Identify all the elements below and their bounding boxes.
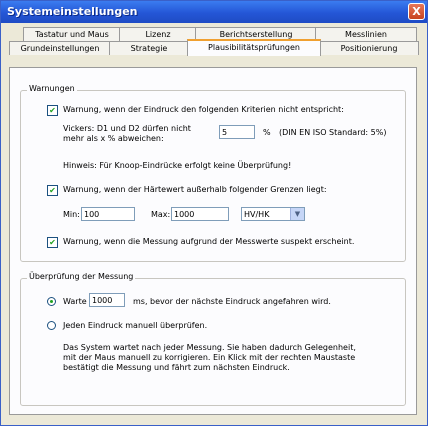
manual-check-radio-label: Jeden Eindruck manuell überprüfen. <box>63 321 208 330</box>
suspect-checkbox-label: Warnung, wenn die Messung aufgrund der M… <box>63 237 355 246</box>
measurement-legend: Überprüfung der Messung <box>27 272 136 281</box>
chevron-down-icon[interactable]: ▼ <box>290 208 304 220</box>
vickers-standard-note: (DIN EN ISO Standard: 5%) <box>279 128 387 137</box>
manual-check-radio[interactable] <box>47 321 56 330</box>
check-icon: ✔ <box>49 186 56 195</box>
criteria-checkbox[interactable]: ✔ <box>47 105 58 116</box>
measurement-check-group: Überprüfung der Messung Warte 1000 ms, b… <box>20 272 406 406</box>
tab-license[interactable]: Lizenz <box>119 27 197 41</box>
tab-plausibility-checks[interactable]: Plausibilitätsprüfungen <box>187 39 321 56</box>
tab-keyboard-mouse[interactable]: Tastatur und Maus <box>23 27 121 41</box>
close-icon: X <box>412 5 421 18</box>
hardness-checkbox-label: Warnung, wenn der Härtewert außerhalb fo… <box>63 185 327 194</box>
check-icon: ✔ <box>49 106 56 115</box>
description-line3: bestätigt die Messung und fährt zum näch… <box>63 363 290 372</box>
tab-positioning[interactable]: Positionierung <box>319 41 419 55</box>
wait-radio[interactable] <box>47 297 56 306</box>
hardness-unit-select[interactable]: HV/HK ▼ <box>241 207 305 221</box>
tab-basic-settings[interactable]: Grundeinstellungen <box>9 41 111 55</box>
suspect-checkbox[interactable]: ✔ <box>47 237 58 248</box>
vickers-deviation-input[interactable]: 5 <box>219 125 255 139</box>
description-line2: mit der Maus manuell zu korrigieren. Ein… <box>63 353 356 362</box>
min-label: Min: <box>63 210 80 219</box>
description-line1: Das System wartet nach jeder Messung. Si… <box>63 343 356 352</box>
system-settings-dialog: Systemeinstellungen X Tastatur und Maus … <box>0 0 428 426</box>
warnings-group: Warnungen ✔ Warnung, wenn der Eindruck d… <box>20 84 406 262</box>
wait-radio-label: Warte <box>63 297 87 306</box>
vickers-label-line2: mehr als x % abweichen: <box>63 134 164 143</box>
criteria-checkbox-label: Warnung, wenn der Eindruck den folgenden… <box>63 105 344 114</box>
tab-strip: Tastatur und Maus Lizenz Berichtserstell… <box>9 27 419 67</box>
wait-time-input[interactable]: 1000 <box>89 293 125 307</box>
hardness-checkbox[interactable]: ✔ <box>47 185 58 196</box>
close-button[interactable]: X <box>408 3 425 20</box>
min-hardness-input[interactable]: 100 <box>81 207 135 221</box>
vickers-unit: % <box>263 128 271 137</box>
tab-panel: Warnungen ✔ Warnung, wenn der Eindruck d… <box>9 67 417 415</box>
vickers-label-line1: Vickers: D1 und D2 dürfen nicht <box>63 124 191 133</box>
max-label: Max: <box>151 210 171 219</box>
wait-suffix: ms, bevor der nächste Eindruck angefahre… <box>133 297 331 306</box>
radio-selected-icon <box>50 300 53 303</box>
check-icon: ✔ <box>49 238 56 247</box>
window-title: Systemeinstellungen <box>7 5 138 18</box>
title-bar: Systemeinstellungen X <box>1 1 427 23</box>
warnings-legend: Warnungen <box>27 84 77 93</box>
max-hardness-input[interactable]: 1000 <box>171 207 229 221</box>
hardness-unit-value: HV/HK <box>244 210 270 219</box>
tab-strategy[interactable]: Strategie <box>109 41 189 55</box>
knoop-hint: Hinweis: Für Knoop-Eindrücke erfolgt kei… <box>63 161 292 170</box>
tab-measure-lines[interactable]: Messlinien <box>315 27 417 41</box>
